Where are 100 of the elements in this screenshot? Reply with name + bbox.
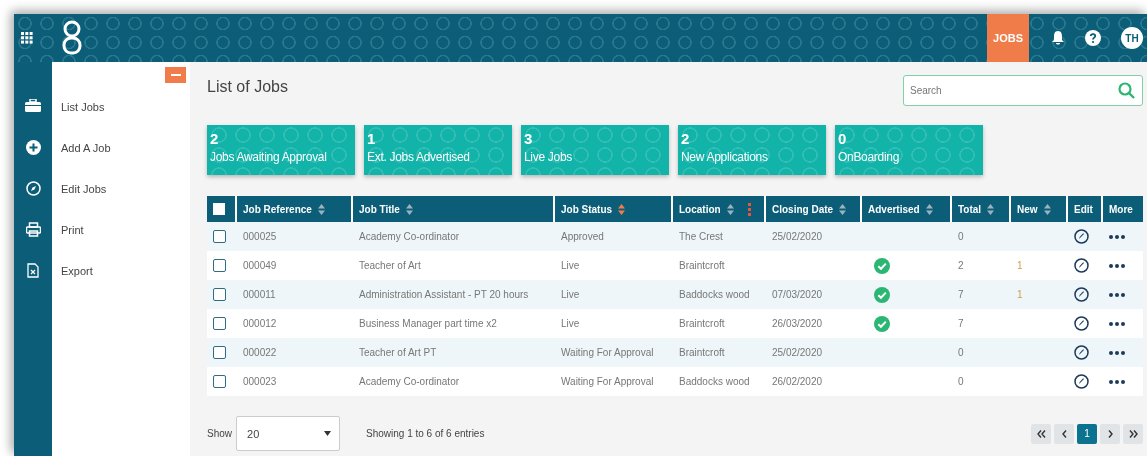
select-all-checkbox[interactable]: [213, 203, 225, 216]
sort-icon[interactable]: [925, 203, 933, 215]
table-row[interactable]: 000022 Teacher of Art PT Waiting For Approval Braintcroft 25/02/2020 0: [207, 338, 1143, 367]
sidebar-item[interactable]: Print: [52, 223, 190, 264]
stat-label: OnBoarding: [838, 150, 901, 164]
row-checkbox[interactable]: [213, 375, 226, 388]
sort-icon[interactable]: [1043, 203, 1051, 215]
table-cell: Live: [561, 260, 580, 271]
double-chevron-left-icon: [1036, 429, 1046, 438]
table-cell: 0: [958, 376, 964, 387]
more-icon[interactable]: [1109, 379, 1125, 384]
table-cell: The Crest: [679, 231, 723, 242]
stat-label: Ext. Jobs Advertised: [367, 150, 471, 164]
table-row[interactable]: 000049 Teacher of Art Live Braintcroft 2 1: [207, 251, 1143, 280]
edit-icon[interactable]: [1074, 287, 1089, 302]
table-row[interactable]: 000011 Administration Assistant - PT 20 hours Live Baddocks wood 07/03/2020 7 1: [207, 280, 1143, 309]
logo-icon[interactable]: [62, 20, 82, 56]
table-cell: 7: [958, 318, 964, 329]
edit-icon[interactable]: [1074, 229, 1089, 244]
briefcase-icon[interactable]: [25, 99, 41, 112]
show-label: Show: [207, 428, 232, 439]
sort-icon[interactable]: [839, 203, 847, 215]
dropdown-caret-icon: [324, 431, 331, 436]
column-header[interactable]: Job Status: [555, 196, 673, 222]
more-icon[interactable]: [1109, 234, 1125, 239]
table-cell: Braintcroft: [679, 260, 725, 271]
column-header[interactable]: Advertised: [862, 196, 952, 222]
table-cell: Waiting For Approval: [561, 376, 654, 387]
last-page-button[interactable]: [1123, 423, 1143, 444]
next-page-button[interactable]: [1100, 423, 1120, 444]
sort-icon[interactable]: [726, 203, 734, 215]
previous-page-button[interactable]: [1054, 423, 1074, 444]
table-cell: 26/02/2020: [772, 376, 823, 387]
sidebar-item[interactable]: Export: [52, 264, 190, 305]
more-icon[interactable]: [1109, 321, 1125, 326]
row-checkbox[interactable]: [213, 288, 226, 301]
column-header[interactable]: Edit: [1068, 196, 1103, 222]
table-cell: 000025: [243, 231, 277, 242]
search-field[interactable]: Search: [903, 75, 1143, 106]
double-chevron-right-icon: [1128, 429, 1138, 438]
search-icon[interactable]: [1118, 82, 1135, 99]
table-row[interactable]: 000023 Academy Co-ordinator Waiting For Approval Baddocks wood 26/02/2020 0: [207, 367, 1143, 396]
more-icon[interactable]: [1109, 263, 1125, 268]
table-cell: 000012: [243, 318, 277, 329]
table-cell: Baddocks wood: [679, 289, 750, 300]
sidebar-item[interactable]: Add A Job: [52, 141, 190, 182]
edit-icon[interactable]: [1074, 345, 1089, 360]
column-header[interactable]: Location: [673, 196, 766, 222]
table-cell: 0: [958, 347, 964, 358]
table-cell: 0: [958, 231, 964, 242]
chevron-left-icon: [1061, 429, 1067, 438]
apps-grid-icon[interactable]: [21, 32, 33, 44]
table-cell: 25/02/2020: [772, 231, 823, 242]
more-icon[interactable]: [1109, 350, 1125, 355]
column-header[interactable]: New: [1011, 196, 1068, 222]
column-header[interactable]: Total: [952, 196, 1011, 222]
page-button[interactable]: 1: [1077, 423, 1097, 444]
table-cell: Waiting For Approval: [561, 347, 654, 358]
column-header[interactable]: Job Title: [353, 196, 555, 222]
sidebar-item[interactable]: Edit Jobs: [52, 182, 190, 223]
sort-icon[interactable]: [987, 203, 995, 215]
stat-label: New Applications: [681, 150, 769, 164]
sort-icon[interactable]: [618, 203, 626, 215]
sidebar-item[interactable]: List Jobs: [52, 100, 190, 141]
sort-icon[interactable]: [317, 203, 325, 215]
sort-icon[interactable]: [405, 203, 413, 215]
table-cell: 7: [958, 289, 964, 300]
more-icon[interactable]: [1109, 292, 1125, 297]
table-row[interactable]: 000012 Business Manager part time x2 Live Braintcroft 26/03/2020 7: [207, 309, 1143, 338]
edit-icon[interactable]: [1074, 258, 1089, 273]
row-checkbox[interactable]: [213, 259, 226, 272]
column-header[interactable]: Job Reference: [237, 196, 353, 222]
row-checkbox[interactable]: [213, 230, 226, 243]
column-header[interactable]: More: [1103, 196, 1143, 222]
user-avatar[interactable]: TH: [1121, 27, 1143, 49]
table-row[interactable]: 000025 Academy Co-ordinator Approved The Crest 25/02/2020 0: [207, 222, 1143, 251]
stat-label: Jobs Awaiting Approval: [210, 150, 328, 164]
excel-file-icon[interactable]: [27, 263, 39, 278]
collapse-button[interactable]: [165, 67, 186, 83]
minus-icon: [170, 74, 181, 76]
stat-label: Live Jobs: [524, 150, 573, 164]
table-cell: Teacher of Art PT: [359, 347, 437, 358]
page-size-dropdown[interactable]: 20: [236, 416, 340, 451]
add-icon[interactable]: [25, 140, 41, 155]
compass-icon[interactable]: [25, 181, 41, 196]
row-checkbox[interactable]: [213, 317, 226, 330]
table-cell: 1: [1017, 260, 1023, 271]
table-cell: 2: [958, 260, 964, 271]
table-cell: 07/03/2020: [772, 289, 823, 300]
edit-icon[interactable]: [1074, 316, 1089, 331]
edit-icon[interactable]: [1074, 374, 1089, 389]
help-icon[interactable]: [1085, 30, 1101, 46]
table-cell: Academy Co-ordinator: [359, 231, 460, 242]
print-icon[interactable]: [25, 222, 41, 237]
table-cell: Live: [561, 289, 580, 300]
first-page-button[interactable]: [1031, 423, 1051, 444]
column-header[interactable]: Closing Date: [766, 196, 862, 222]
bell-icon[interactable]: [1051, 30, 1065, 46]
row-checkbox[interactable]: [213, 346, 226, 359]
table-cell: Braintcroft: [679, 347, 725, 358]
